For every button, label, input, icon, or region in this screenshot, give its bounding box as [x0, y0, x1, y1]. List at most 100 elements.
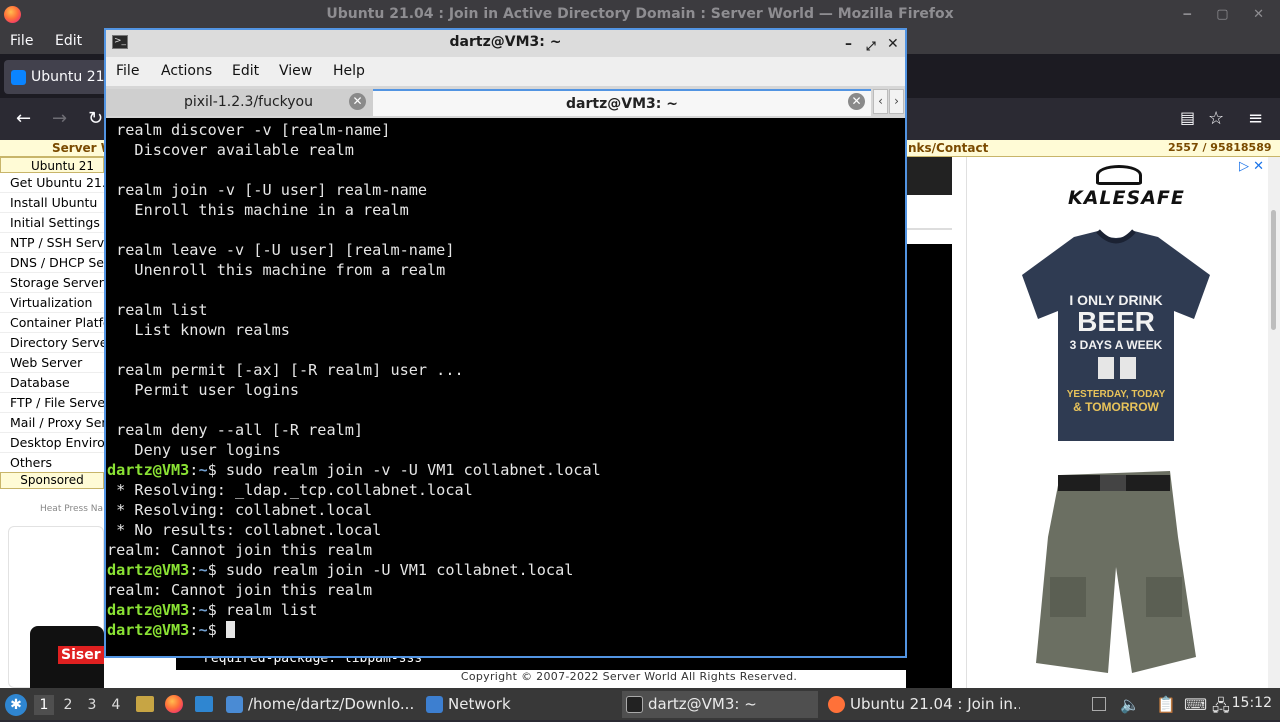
ad-siser-label: Siser [58, 646, 104, 664]
menu-file[interactable]: File [116, 63, 139, 79]
clipboard-icon[interactable]: 📋 [1156, 695, 1176, 714]
back-icon[interactable]: ← [16, 108, 31, 129]
tab-dartz-label: dartz@VM3: ~ [566, 96, 678, 112]
command-text: realm list [225, 601, 318, 619]
reader-view-icon[interactable]: ▤ [1180, 108, 1195, 127]
taskbar-item[interactable]: /home/dartz/Downlo... [222, 691, 414, 718]
file-manager-icon[interactable] [136, 696, 154, 712]
firefox-menu-file[interactable]: File [10, 33, 33, 49]
sidebar-item[interactable]: Mail / Proxy Server [0, 413, 104, 433]
volume-icon[interactable]: 🔈 [1120, 695, 1140, 714]
firefox-launcher-icon[interactable] [165, 695, 183, 713]
hamburger-menu-icon[interactable]: ≡ [1248, 108, 1263, 129]
sidebar-item[interactable]: DNS / DHCP Server [0, 253, 104, 273]
tshirt-text-4: YESTERDAY, TODAY [1067, 389, 1166, 400]
firefox-titlebar[interactable]: Ubuntu 21.04 : Join in Active Directory … [0, 0, 1280, 29]
sidebar-item[interactable]: Storage Server [0, 273, 104, 293]
taskbar-item-label: dartz@VM3: ~ [648, 695, 757, 713]
menu-actions[interactable]: Actions [161, 63, 212, 79]
firefox-menu-edit[interactable]: Edit [55, 33, 82, 49]
minimize-button[interactable]: – [845, 32, 852, 57]
links-contact[interactable]: nks/Contact [908, 141, 988, 155]
menu-edit[interactable]: Edit [232, 63, 259, 79]
taskbar-item[interactable]: Network [422, 691, 618, 718]
firefox-tab[interactable]: Ubuntu 21.04 : Join in Active Directory … [4, 60, 108, 94]
keyboard-icon[interactable]: ⌨ [1184, 695, 1207, 714]
network-icon[interactable]: 🖧 [1212, 695, 1230, 722]
workspace-1[interactable]: 1 [34, 695, 54, 715]
sidebar-item[interactable]: Directory Server [0, 333, 104, 353]
firefox-logo-icon [4, 6, 21, 23]
terminal-line: Unenroll this machine from a realm [107, 261, 446, 279]
prompt-path: ~ [198, 621, 208, 639]
terminal-line: realm deny --all [-R realm] [107, 421, 364, 439]
prompt-symbol: $ [207, 601, 226, 619]
sidebar-item[interactable]: Container Platform [0, 313, 104, 333]
terminal-line: realm: Cannot join this realm [107, 541, 373, 559]
ad-small-text: Heat Press Na [40, 504, 104, 514]
sidebar-item[interactable]: Database [0, 373, 104, 393]
terminal-titlebar[interactable]: >_ dartz@VM3: ~ – ⤢ ✕ [106, 30, 905, 57]
terminal-output[interactable]: realm discover -v [realm-name] Discover … [107, 120, 904, 656]
tab-pixil[interactable]: pixil-1.2.3/fuckyou ✕ [106, 89, 373, 116]
ad-banner[interactable]: ▷ ✕ KALESAFE I ONLY DRINK BEER 3 DAYS A … [968, 157, 1268, 688]
terminal-line: realm list [107, 301, 208, 319]
terminal-window[interactable]: >_ dartz@VM3: ~ – ⤢ ✕ File Actions Edit … [104, 28, 907, 658]
sidebar-item[interactable]: Initial Settings [0, 213, 104, 233]
site-sidebar: Ubuntu 21 Get Ubuntu 21.04Install Ubuntu… [0, 157, 104, 473]
terminal-tabbar: pixil-1.2.3/fuckyou ✕ dartz@VM3: ~ ✕ ‹ › [106, 86, 905, 118]
bookmark-star-icon[interactable]: ☆ [1208, 108, 1224, 129]
reload-icon[interactable]: ↻ [88, 108, 103, 129]
forward-icon[interactable]: → [52, 108, 67, 129]
taskbar-item[interactable]: dartz@VM3: ~ [622, 691, 818, 718]
workspace-3[interactable]: 3 [82, 695, 102, 715]
ad-choices-icon[interactable]: ▷ ✕ [1239, 159, 1264, 174]
terminal-line: * Resolving: collabnet.local [107, 501, 373, 519]
sidebar-item[interactable]: NTP / SSH Server [0, 233, 104, 253]
terminal-line: realm discover -v [realm-name] [107, 121, 391, 139]
prompt-path: ~ [198, 601, 208, 619]
close-button[interactable]: ✕ [887, 32, 899, 57]
tab-scroll-right-icon[interactable]: › [889, 89, 904, 114]
terminal-line: realm: Cannot join this realm [107, 581, 373, 599]
tab-dartz[interactable]: dartz@VM3: ~ ✕ [373, 89, 871, 116]
content-divider [906, 228, 952, 230]
sidebar-item[interactable]: Web Server [0, 353, 104, 373]
sidebar-item[interactable]: Get Ubuntu 21.04 [0, 173, 104, 193]
workspace-4[interactable]: 4 [106, 695, 126, 715]
firefox-window-title: Ubuntu 21.04 : Join in Active Directory … [326, 6, 954, 22]
window-controls[interactable]: ‒ ▢ ✕ [1183, 0, 1274, 29]
page-scrollbar-thumb[interactable] [1271, 210, 1276, 330]
desktop-icon[interactable] [195, 696, 213, 712]
terminal-menubar: File Actions Edit View Help [106, 57, 905, 86]
tab-close-icon[interactable]: ✕ [349, 93, 366, 110]
firefox-icon [828, 696, 845, 713]
prompt-user: dartz@VM3 [107, 561, 190, 579]
tab-close-icon[interactable]: ✕ [848, 93, 865, 110]
start-menu-icon[interactable]: ✱ [5, 694, 27, 716]
tray-app-icon[interactable] [1092, 697, 1106, 711]
menu-view[interactable]: View [279, 63, 312, 79]
taskbar-item[interactable]: Ubuntu 21.04 : Join in... [824, 691, 1020, 718]
image-viewer-icon [226, 696, 243, 713]
clock[interactable]: 15:12 [1232, 695, 1272, 711]
sidebar-item[interactable]: Install Ubuntu [0, 193, 104, 213]
column-divider [966, 157, 967, 688]
tab-scroll-left-icon[interactable]: ‹ [873, 89, 888, 114]
sidebar-item[interactable]: Virtualization [0, 293, 104, 313]
terminal-line: dartz@VM3:~$ sudo realm join -v -U VM1 c… [107, 460, 904, 480]
ad-brand-name: KALESAFE [1068, 187, 1185, 209]
sidebar-item[interactable]: Desktop Environment [0, 433, 104, 453]
command-text: sudo realm join -v -U VM1 collabnet.loca… [225, 461, 601, 479]
firefox-tab-label: Ubuntu 21.04 : Join in Active Directory … [31, 69, 108, 85]
menu-help[interactable]: Help [333, 63, 365, 79]
prompt-user: dartz@VM3 [107, 621, 190, 639]
prompt-user: dartz@VM3 [107, 601, 190, 619]
sidebar-item[interactable]: Others [0, 453, 104, 473]
sidebar-list: Get Ubuntu 21.04Install UbuntuInitial Se… [0, 173, 104, 473]
sidebar-item[interactable]: FTP / File Server [0, 393, 104, 413]
taskbar-item-label: Ubuntu 21.04 : Join in... [850, 695, 1020, 713]
maximize-button[interactable]: ⤢ [866, 34, 876, 59]
workspace-2[interactable]: 2 [58, 695, 78, 715]
